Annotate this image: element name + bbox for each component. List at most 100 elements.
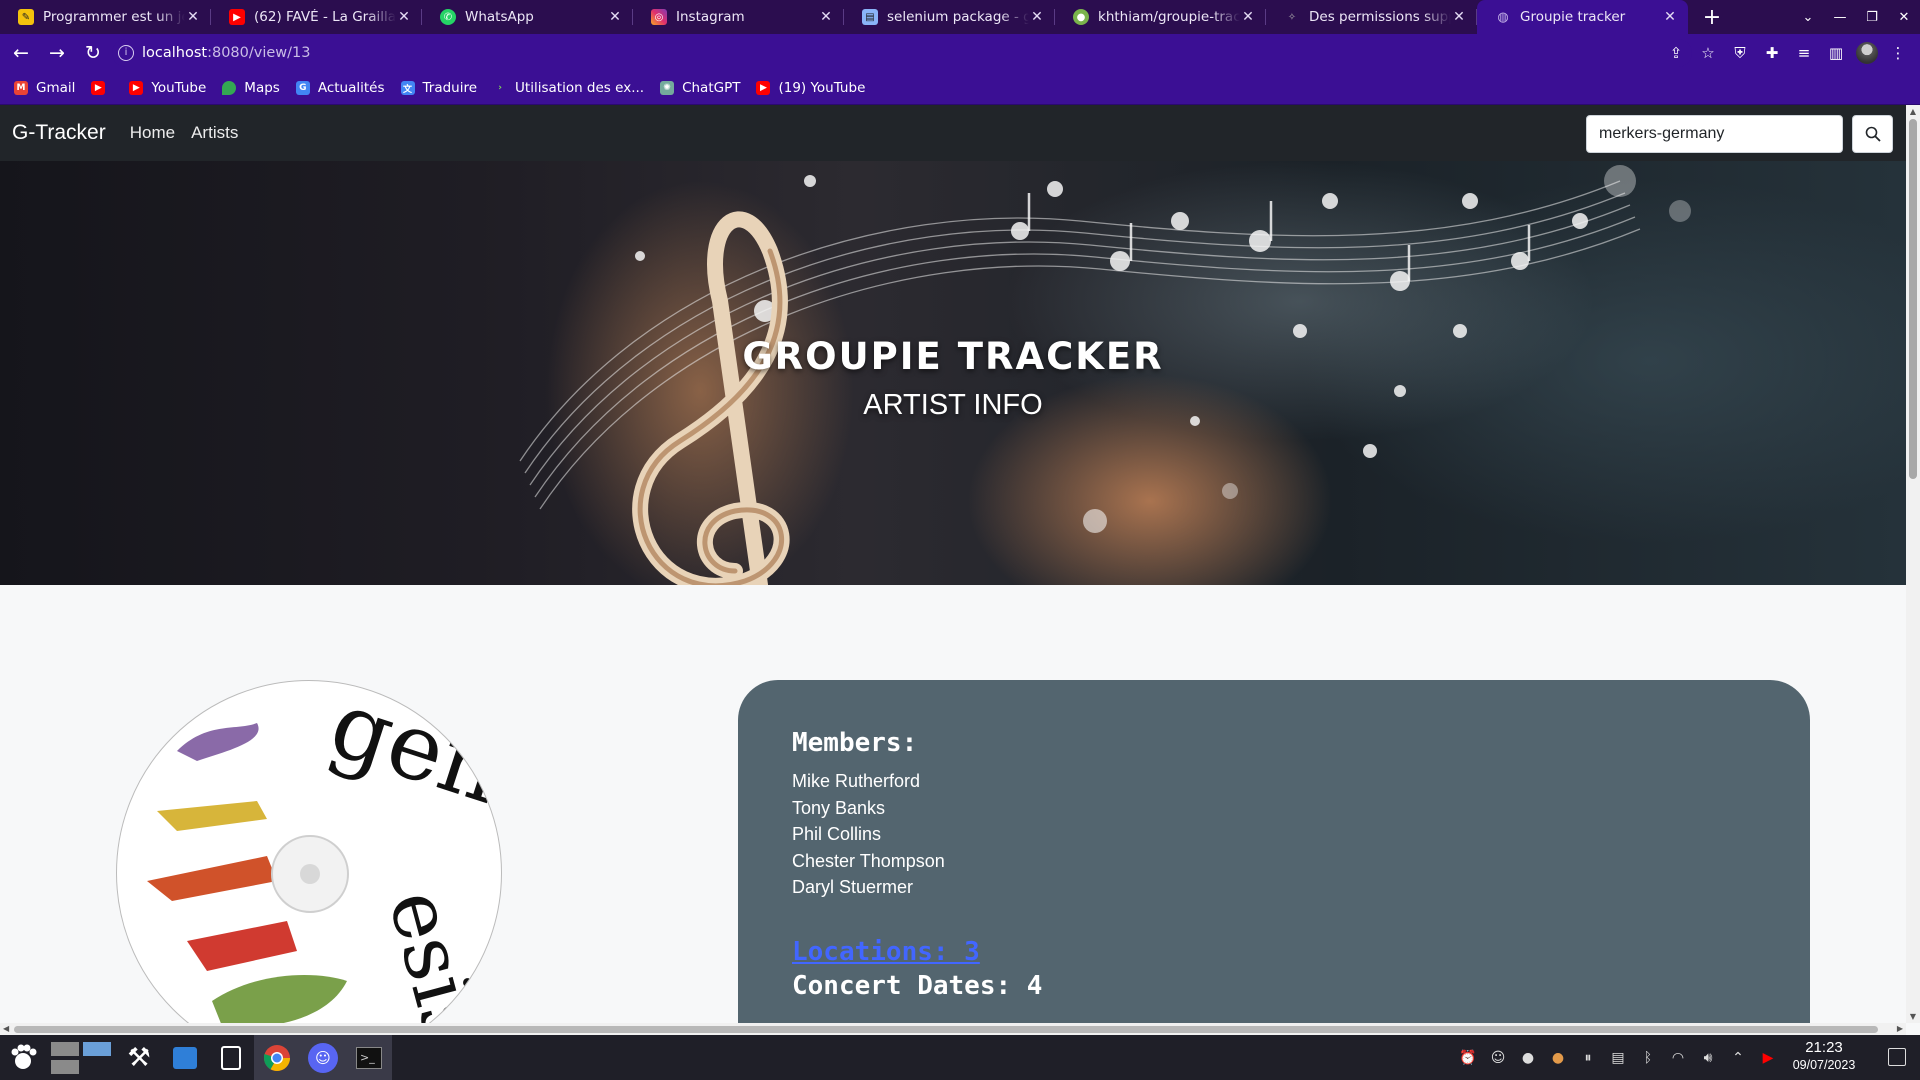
tab-whatsapp[interactable]: ✆ WhatsApp ✕ (422, 0, 633, 34)
tab-instagram[interactable]: ◎ Instagram ✕ (633, 0, 844, 34)
translate-icon: 文 (400, 81, 415, 95)
pencil-icon: ✎ (18, 9, 34, 25)
bookmark-star-icon[interactable]: ☆ (1696, 41, 1720, 65)
scroll-right-icon[interactable]: ▶ (1897, 1023, 1903, 1035)
site-info-icon[interactable]: i (118, 45, 134, 61)
scroll-thumb[interactable] (14, 1026, 1878, 1033)
pause-icon[interactable]: ⏸ (1578, 1050, 1598, 1066)
new-tab-button[interactable]: + (1694, 0, 1730, 34)
browser-tab-strip: ✎ Programmer est un jeu ✕ ▶ (62) FAVÉ - … (0, 0, 1920, 34)
workspace-switcher-icon[interactable] (46, 1035, 116, 1080)
globe-icon: ◍ (1497, 9, 1509, 25)
menu-kebab-icon[interactable]: ⋮ (1886, 41, 1910, 65)
tab-selenium[interactable]: ▤ selenium package - github ✕ (844, 0, 1055, 34)
scroll-down-icon[interactable]: ▼ (1906, 1012, 1920, 1021)
puzzle-icon[interactable]: ✚ (1760, 41, 1784, 65)
bookmark-maps[interactable]: Maps (222, 80, 280, 96)
game-tray-icon[interactable]: ● (1548, 1050, 1568, 1066)
bookmark-utilisation[interactable]: › Utilisation des ex... (493, 80, 644, 96)
hero-subtitle: ARTIST INFO (863, 389, 1043, 421)
close-icon[interactable]: ✕ (818, 9, 834, 25)
chevron-up-icon[interactable]: ⌃ (1728, 1050, 1748, 1066)
tab-youtube-fave[interactable]: ▶ (62) FAVÉ - La Graillance ✕ (211, 0, 422, 34)
site-brand[interactable]: G-Tracker (12, 121, 106, 145)
extension-shield-icon[interactable]: ⛨ (1728, 41, 1752, 65)
close-icon[interactable]: ✕ (1662, 9, 1678, 25)
minimize-icon[interactable]: — (1824, 10, 1856, 25)
doc-icon: ▤ (862, 9, 878, 25)
hero-banner: GROUPIE TRACKER ARTIST INFO (0, 161, 1906, 585)
browser-toolbar: ← → ↻ i localhost:8080/view/13 ⇪ ☆ ⛨ ✚ ≡… (0, 34, 1920, 72)
tab-title: (62) FAVÉ - La Graillance (254, 9, 396, 25)
close-icon[interactable]: ✕ (1029, 9, 1045, 25)
media-queue-icon[interactable]: ≡ (1792, 41, 1816, 65)
terminal-icon[interactable]: >_ (346, 1035, 392, 1080)
volume-icon[interactable]: 🔊︎ (1698, 1050, 1718, 1066)
member-item: Daryl Stuermer (792, 877, 914, 897)
reload-icon[interactable]: ↻ (78, 38, 108, 68)
tab-permissions[interactable]: ✧ Des permissions supplémentaires ✕ (1266, 0, 1477, 34)
svg-text:esis: esis (371, 880, 501, 1023)
tab-github-groupie[interactable]: ● khthiam/groupie-tracker ✕ (1055, 0, 1266, 34)
clipboard-icon[interactable]: ▤ (1608, 1050, 1628, 1066)
restore-icon[interactable]: ❐ (1856, 10, 1888, 25)
close-icon[interactable]: ✕ (185, 9, 201, 25)
member-item: Phil Collins (792, 824, 882, 844)
locations-link[interactable]: Locations: 3 (792, 937, 1756, 967)
share-icon[interactable]: ⇪ (1664, 41, 1688, 65)
taskbar-clock[interactable]: 21:23 09/07/2023 (1784, 1039, 1864, 1074)
tab-programmer[interactable]: ✎ Programmer est un jeu ✕ (0, 0, 211, 34)
youtube-icon: ▶ (756, 81, 771, 95)
bookmark-youtube-icon-only[interactable]: ▶ (91, 81, 113, 95)
bookmark-chatgpt[interactable]: ✺ ChatGPT (660, 80, 740, 96)
close-icon[interactable]: ✕ (1240, 9, 1256, 25)
bookmark-youtube[interactable]: ▶ YouTube (129, 80, 206, 96)
nav-home-link[interactable]: Home (130, 123, 175, 143)
bookmark-gmail[interactable]: M Gmail (14, 80, 75, 96)
chevron-down-icon[interactable]: ⌄ (1792, 10, 1824, 25)
youtube-icon: ▶ (91, 81, 106, 95)
side-panel-icon[interactable]: ▥ (1824, 41, 1848, 65)
start-menu-icon[interactable] (0, 1035, 46, 1080)
profile-avatar[interactable] (1856, 42, 1878, 64)
tab-title: WhatsApp (465, 9, 534, 25)
close-icon[interactable]: ✕ (1451, 9, 1467, 25)
store-icon[interactable] (162, 1035, 208, 1080)
search-input[interactable]: merkers-germany (1586, 115, 1843, 153)
forward-icon[interactable]: → (42, 38, 72, 68)
close-window-icon[interactable]: ✕ (1888, 10, 1920, 25)
youtube-tray-icon[interactable]: ▶ (1758, 1050, 1778, 1066)
gmail-icon: M (14, 81, 28, 95)
bookmark-youtube-19[interactable]: ▶ (19) YouTube (756, 80, 865, 96)
scroll-left-icon[interactable]: ◀ (3, 1023, 9, 1035)
notes-icon[interactable] (208, 1035, 254, 1080)
chrome-icon[interactable] (254, 1035, 300, 1080)
bookmark-actualites[interactable]: G Actualités (295, 80, 385, 96)
search-button[interactable] (1852, 115, 1893, 153)
bluetooth-icon[interactable]: ᛒ (1638, 1050, 1658, 1066)
app-tray-icon[interactable]: ● (1518, 1050, 1538, 1066)
tab-title: selenium package - github (887, 9, 1029, 25)
address-bar[interactable]: i localhost:8080/view/13 (112, 39, 1692, 67)
back-icon[interactable]: ← (6, 38, 36, 68)
close-icon[interactable]: ✕ (607, 9, 623, 25)
url-text[interactable]: localhost:8080/view/13 (142, 45, 311, 61)
alarm-icon[interactable]: ⏰ (1458, 1050, 1478, 1066)
horizontal-scrollbar[interactable]: ◀ ▶ (0, 1023, 1906, 1035)
close-icon[interactable]: ✕ (396, 9, 412, 25)
bookmark-traduire[interactable]: 文 Traduire (400, 80, 477, 96)
scroll-thumb[interactable] (1909, 119, 1917, 479)
settings-tools-icon[interactable]: ⚒ (116, 1035, 162, 1080)
artist-info-card: Members: Mike Rutherford Tony Banks Phil… (738, 680, 1810, 1023)
notification-center-icon[interactable] (1888, 1048, 1906, 1066)
nav-artists-link[interactable]: Artists (191, 123, 238, 143)
tab-title: khthiam/groupie-tracker (1098, 9, 1240, 25)
wifi-icon[interactable]: ◠ (1668, 1050, 1688, 1066)
scroll-up-icon[interactable]: ▲ (1906, 107, 1920, 116)
discord-icon[interactable]: ☺ (300, 1035, 346, 1080)
discord-tray-icon[interactable]: ☺ (1488, 1050, 1508, 1066)
search-icon (1865, 126, 1881, 142)
news-icon: G (295, 81, 310, 95)
vertical-scrollbar[interactable]: ▲ ▼ (1906, 105, 1920, 1023)
tab-groupie-tracker[interactable]: ◍ Groupie tracker ✕ (1477, 0, 1688, 34)
